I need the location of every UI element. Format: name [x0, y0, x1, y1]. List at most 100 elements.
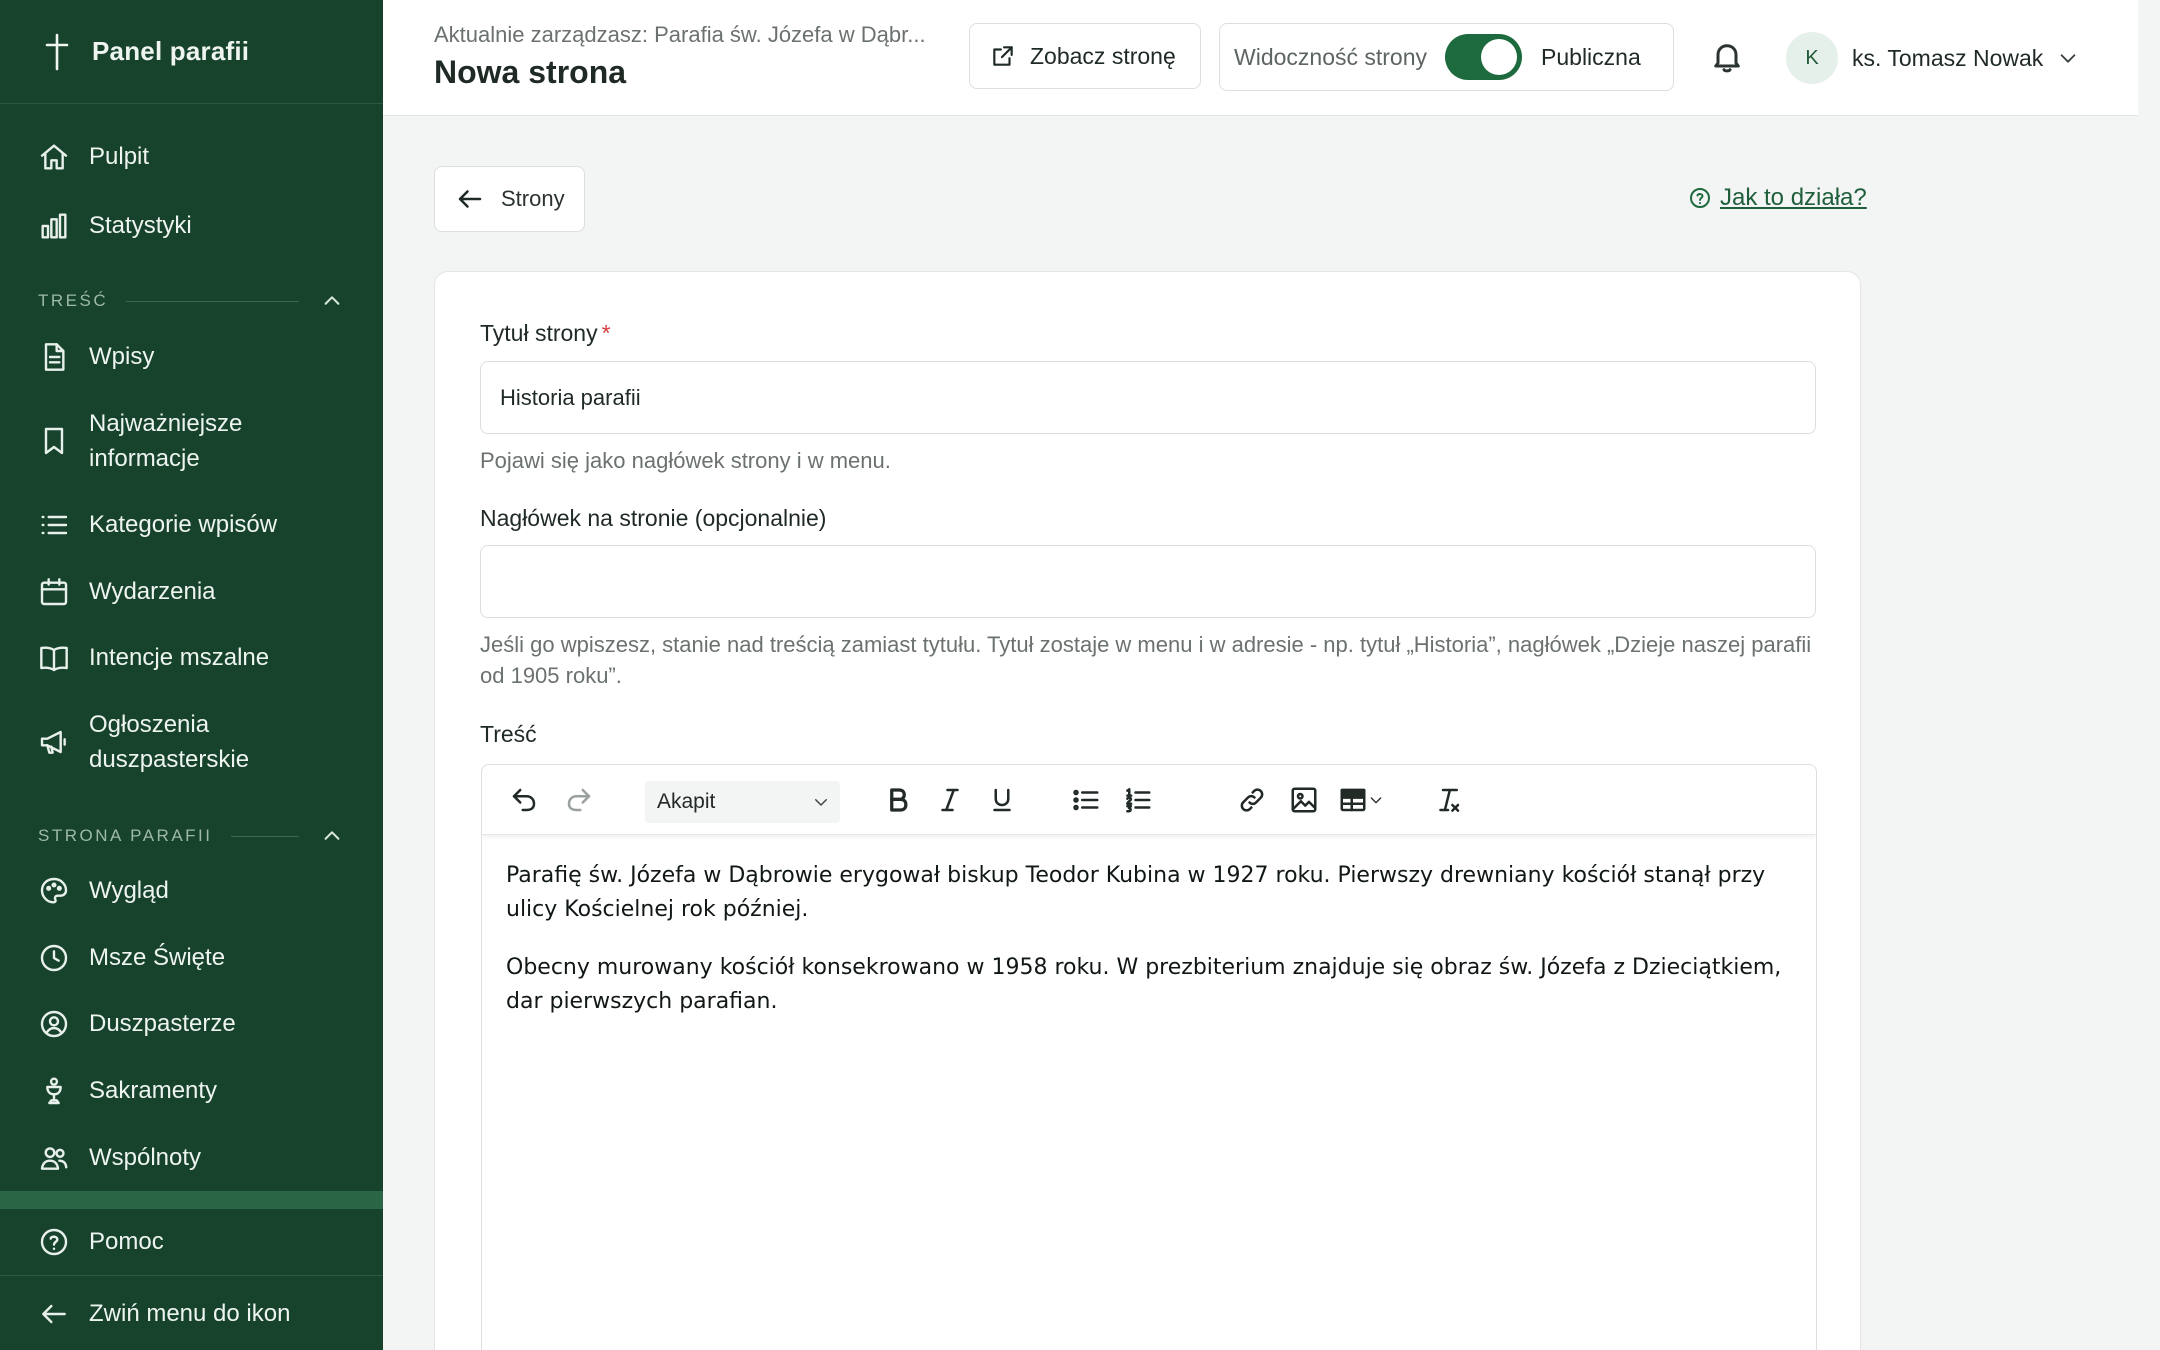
sidebar-item-wydarzenia[interactable]: Wydarzenia: [0, 574, 383, 609]
numbered-list-icon: [1126, 788, 1151, 813]
sidebar-item-label: Wygląd: [89, 877, 169, 904]
body-field-label: Treść: [480, 721, 537, 747]
users-icon: [40, 1146, 68, 1170]
visibility-state: Publiczna: [1541, 43, 1641, 70]
sidebar-item-sakramenty[interactable]: Sakramenty: [0, 1073, 383, 1108]
bullet-list-button[interactable]: [1068, 782, 1104, 818]
sidebar-item-ogloszenia[interactable]: Ogłoszenia duszpasterskie: [0, 707, 330, 777]
sidebar-item-najwazniejsze[interactable]: Najważniejsze informacje: [0, 406, 330, 476]
view-page-button[interactable]: Zobacz stronę: [969, 23, 1201, 89]
paragraph: Obecny murowany kościół konsekrowano w 1…: [506, 955, 1782, 1014]
chevron-down-icon: [815, 799, 827, 806]
italic-icon: [941, 788, 959, 812]
help-circle-icon: [1690, 188, 1710, 208]
link-icon: [1240, 788, 1264, 812]
brand-title: Panel parafii: [92, 36, 250, 66]
heading-field-label: Nagłówek na stronie (opcjonalnie): [480, 505, 827, 531]
image-button[interactable]: [1286, 782, 1322, 818]
title-hint: Pojawi się jako nagłówek strony i w menu…: [480, 448, 891, 473]
how-it-works-label: Jak to działa?: [1720, 184, 1867, 211]
user-circle-icon: [40, 1010, 68, 1037]
rich-text-editor: Akapit Parafię św. Józefa w Dąbrowie ery…: [481, 764, 1817, 1350]
back-to-pages-button[interactable]: Strony: [434, 166, 585, 232]
sidebar-scroll-highlight: [0, 1191, 383, 1209]
toggle-knob: [1481, 39, 1518, 75]
cross-icon: [45, 33, 69, 70]
redo-icon: [567, 788, 591, 812]
underline-icon: [993, 788, 1011, 812]
chevron-up-icon[interactable]: [321, 290, 343, 312]
page-title-input[interactable]: Historia parafii: [480, 361, 1816, 434]
italic-button[interactable]: [932, 782, 968, 818]
sidebar-item-label: Sakramenty: [89, 1077, 218, 1104]
section-divider: [230, 835, 299, 837]
chevron-down-icon: [1370, 797, 1382, 804]
visibility-toggle[interactable]: [1445, 34, 1523, 80]
bar-chart-icon: [41, 212, 67, 239]
section-site-header[interactable]: STRONA PARAFII: [38, 825, 343, 847]
clear-formatting-icon: [1439, 788, 1460, 812]
user-menu[interactable]: K ks. Tomasz Nowak: [1786, 31, 2079, 85]
underline-button[interactable]: [984, 782, 1020, 818]
section-title: STRONA PARAFII: [38, 826, 213, 845]
sidebar-item-label: Duszpasterze: [89, 1010, 236, 1037]
numbered-list-button[interactable]: [1120, 782, 1156, 818]
sidebar-item-wspolnoty[interactable]: Wspólnoty: [0, 1140, 383, 1175]
image-icon: [1291, 787, 1317, 813]
help-circle-icon: [40, 1228, 68, 1255]
visibility-label: Widoczność strony: [1234, 43, 1428, 70]
sidebar-item-duszpasterze[interactable]: Duszpasterze: [0, 1006, 383, 1041]
section-content-header[interactable]: TREŚĆ: [38, 290, 343, 312]
calendar-icon: [40, 577, 68, 605]
sidebar-item-label: Pulpit: [89, 143, 150, 170]
sidebar-item-wpisy[interactable]: Wpisy: [0, 339, 383, 374]
sidebar-item-pomoc[interactable]: Pomoc: [0, 1224, 383, 1259]
notifications-button[interactable]: [1709, 37, 1745, 77]
heading-hint: Jeśli go wpiszesz, stanie nad treścią za…: [480, 632, 1812, 688]
link-button[interactable]: [1234, 782, 1270, 818]
sidebar-item-label: Wpisy: [89, 343, 155, 370]
sidebar-item-pulpit[interactable]: Pulpit: [0, 139, 383, 174]
bold-icon: [890, 788, 908, 812]
megaphone-icon: [40, 730, 66, 754]
page-title: Nowa strona: [434, 54, 627, 90]
back-label: Strony: [501, 186, 565, 211]
page-heading-input[interactable]: [480, 545, 1816, 618]
sidebar-item-intencje[interactable]: Intencje mszalne: [0, 640, 383, 675]
sidebar-item-msze[interactable]: Msze Święte: [0, 940, 383, 975]
external-link-icon: [993, 46, 1013, 66]
chevron-up-icon[interactable]: [321, 825, 343, 847]
arrow-left-icon: [458, 190, 482, 208]
clear-formatting-button[interactable]: [1430, 782, 1466, 818]
title-field-label: Tytuł strony *: [480, 320, 611, 347]
chevron-down-icon: [2060, 54, 2076, 63]
view-page-label: Zobacz stronę: [1030, 42, 1176, 69]
collapse-menu-label: Zwiń menu do ikon: [89, 1300, 291, 1327]
undo-icon: [512, 788, 536, 812]
block-format-select[interactable]: Akapit: [645, 781, 840, 823]
page-title-value: Historia parafii: [500, 384, 641, 410]
sidebar-item-label: Wydarzenia: [89, 578, 216, 605]
how-it-works-link[interactable]: Jak to działa?: [1688, 184, 1867, 212]
current-parish: Aktualnie zarządzasz: Parafia św. Józefa…: [434, 22, 926, 47]
page-form-card: Tytuł strony * Historia parafii Pojawi si…: [434, 271, 1861, 1350]
sidebar-item-statystyki[interactable]: Statystyki: [0, 208, 383, 243]
sidebar-item-wyglad[interactable]: Wygląd: [0, 873, 383, 908]
undo-button[interactable]: [506, 782, 542, 818]
sidebar-item-label: Intencje mszalne: [89, 644, 270, 671]
visibility-control: Widoczność strony Publiczna: [1219, 23, 1674, 91]
title-label-text: Tytuł strony: [480, 320, 598, 346]
chalice-icon: [46, 1077, 62, 1104]
sidebar-item-label: Msze Święte: [89, 944, 226, 971]
book-icon: [40, 646, 68, 671]
sidebar-divider: [0, 1275, 383, 1276]
required-marker: *: [601, 320, 611, 346]
section-title: TREŚĆ: [38, 291, 109, 310]
editor-content[interactable]: Parafię św. Józefa w Dąbrowie erygował b…: [482, 835, 1816, 1019]
collapse-menu-button[interactable]: Zwiń menu do ikon: [0, 1296, 383, 1331]
table-button[interactable]: [1338, 782, 1396, 818]
redo-button[interactable]: [561, 782, 597, 818]
bold-button[interactable]: [880, 782, 916, 818]
sidebar-brand[interactable]: Panel parafii: [0, 0, 383, 104]
sidebar-item-kategorie[interactable]: Kategorie wpisów: [0, 507, 383, 542]
